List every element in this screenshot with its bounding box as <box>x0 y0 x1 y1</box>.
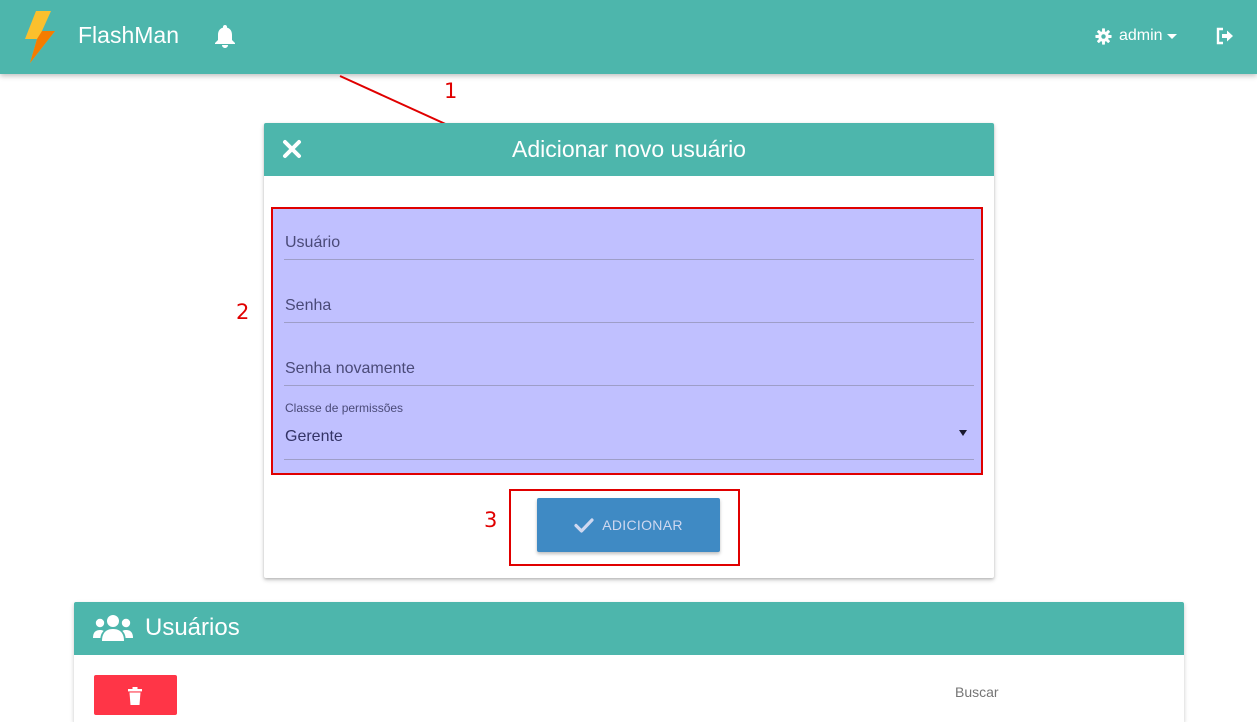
password-placeholder: Senha <box>285 297 332 314</box>
add-user-title: Adicionar novo usuário <box>512 136 746 162</box>
permission-class-value: Gerente <box>285 428 343 445</box>
password-field[interactable]: Senha <box>284 294 974 323</box>
gear-icon <box>1095 27 1112 45</box>
add-user-card-header: Adicionar novo usuário <box>264 123 994 176</box>
permission-class-select[interactable]: Classe de permissões Gerente <box>284 401 974 460</box>
users-card-header: Usuários <box>74 602 1184 655</box>
trash-icon <box>128 687 142 705</box>
top-navbar: FlashMan admin <box>0 0 1257 74</box>
users-group-icon <box>93 615 133 641</box>
logout-icon[interactable] <box>1216 27 1234 45</box>
add-user-button[interactable]: ADICIONAR <box>537 498 720 552</box>
annotation-label-3: 3 <box>484 508 498 532</box>
add-user-button-label: ADICIONAR <box>602 517 683 533</box>
search-label: Buscar <box>955 684 999 700</box>
add-user-form: Usuário Senha Senha novamente Classe de … <box>271 207 983 475</box>
permission-class-label: Classe de permissões <box>285 401 404 415</box>
password-confirm-field[interactable]: Senha novamente <box>284 357 974 386</box>
users-title: Usuários <box>145 614 240 641</box>
user-menu-label: admin <box>1119 27 1163 44</box>
caret-down-icon <box>1166 33 1177 39</box>
add-user-card: Adicionar novo usuário Usuário Senha Sen… <box>264 123 994 578</box>
dropdown-arrow-icon <box>959 430 967 436</box>
brand-name[interactable]: FlashMan <box>78 20 179 50</box>
bell-icon[interactable] <box>214 24 236 48</box>
user-menu[interactable]: admin <box>1095 24 1177 48</box>
username-field[interactable]: Usuário <box>284 231 974 260</box>
users-card: Usuários Buscar <box>74 602 1184 722</box>
submit-highlight-box: ADICIONAR <box>509 489 740 566</box>
annotation-label-1: 1 <box>444 79 458 103</box>
delete-users-button[interactable] <box>94 675 177 715</box>
password-confirm-placeholder: Senha novamente <box>285 360 415 377</box>
annotation-label-2: 2 <box>236 300 250 324</box>
check-icon <box>574 518 594 533</box>
username-placeholder: Usuário <box>285 234 341 251</box>
flash-logo-icon[interactable] <box>22 11 60 63</box>
